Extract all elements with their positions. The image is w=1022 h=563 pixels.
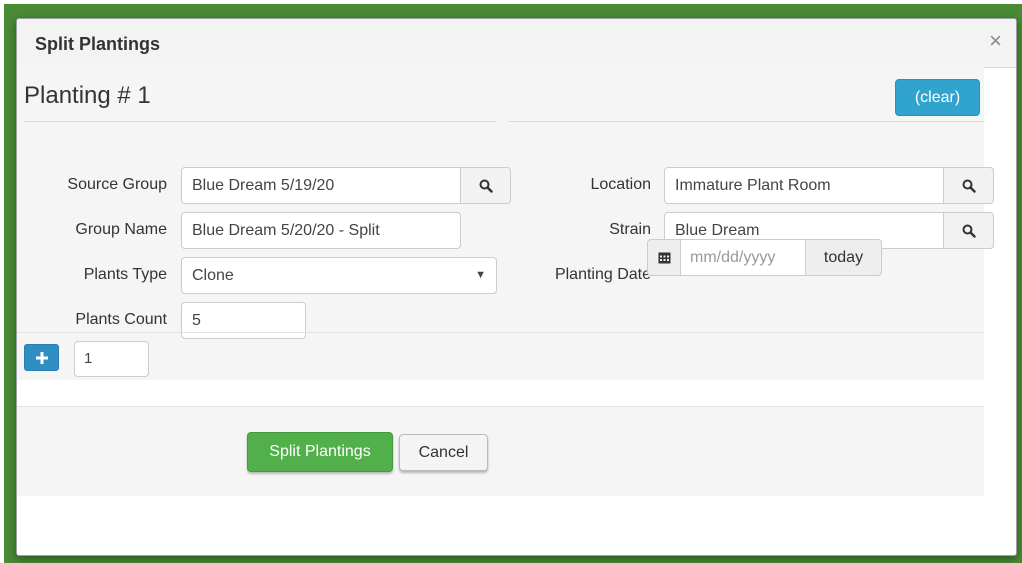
today-button[interactable]: today [805,239,882,276]
clear-button[interactable]: (clear) [895,79,980,116]
dialog-footer [17,406,984,496]
plants-count-label: Plants Count [75,311,167,328]
location-input[interactable]: Immature Plant Room [664,167,944,204]
strain-search-button[interactable] [943,212,994,249]
location-search-button[interactable] [943,167,994,204]
dialog-title: Split Plantings [35,34,161,54]
planting-heading: Planting # 1 [24,82,151,109]
calendar-icon [658,252,670,264]
split-plantings-button[interactable]: Split Plantings [247,432,393,472]
plants-count-input[interactable]: 5 [181,302,306,339]
plants-type-label: Plants Type [83,266,167,283]
search-icon [962,179,976,193]
calendar-button[interactable] [647,239,681,276]
divider [24,121,496,122]
add-planting-count-input[interactable]: 1 [74,341,149,377]
cancel-button[interactable]: Cancel [399,434,488,471]
add-planting-button[interactable] [24,344,59,371]
group-name-label: Group Name [75,221,167,238]
plants-type-value: Clone [192,267,234,284]
planting-date-input[interactable]: mm/dd/yyyy [680,239,806,276]
source-group-search-button[interactable] [460,167,511,204]
strain-label: Strain [609,221,651,238]
chevron-down-icon: ▼ [475,269,486,281]
search-icon [962,224,976,238]
location-label: Location [590,176,652,193]
plants-type-select[interactable]: Clone ▼ [181,257,497,294]
planting-date-label: Planting Date [554,266,651,283]
divider [17,332,984,333]
group-name-input[interactable]: Blue Dream 5/20/20 - Split [181,212,461,249]
plus-icon [35,351,48,364]
search-icon [479,179,493,193]
source-group-input[interactable]: Blue Dream 5/19/20 [181,167,461,204]
close-button[interactable]: × [989,28,1002,54]
source-group-label: Source Group [67,176,167,193]
dialog-header: Split Plantings × [17,19,1016,68]
divider [508,121,984,122]
